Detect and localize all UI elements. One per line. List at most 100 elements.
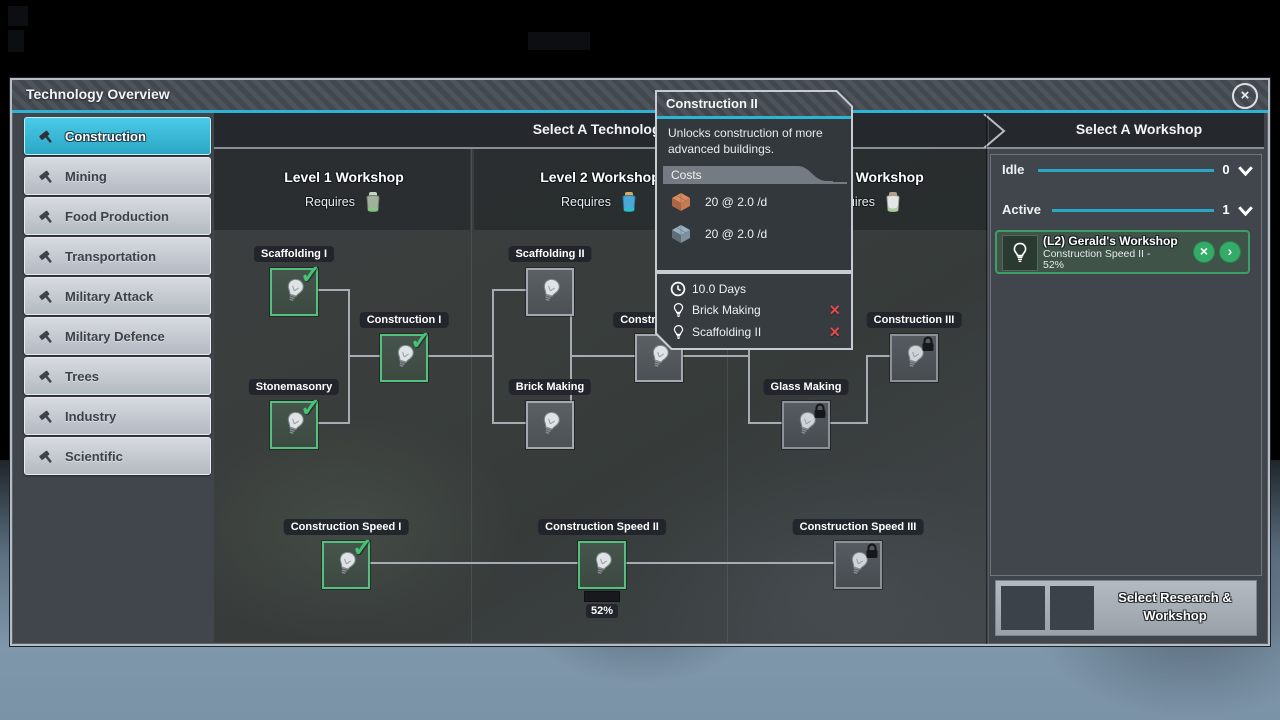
panel-divider bbox=[986, 113, 987, 644]
remove-workshop-button[interactable]: × bbox=[1193, 241, 1215, 263]
tech-node-construction-speed-3[interactable]: Construction Speed III bbox=[792, 519, 924, 589]
node-label: Stonemasonry bbox=[248, 379, 340, 395]
sidebar-item-label: Mining bbox=[65, 168, 107, 184]
tech-node-stonemasonry[interactable]: Stonemasonry ✓ bbox=[248, 379, 340, 449]
confirm-workshop-button[interactable]: › bbox=[1219, 241, 1241, 263]
chevron-down-icon[interactable] bbox=[1238, 166, 1253, 176]
hammer-icon bbox=[39, 330, 52, 343]
workshop-slot[interactable] bbox=[1050, 586, 1094, 630]
close-button[interactable]: × bbox=[1232, 83, 1258, 109]
tooltip-accent-line bbox=[657, 116, 851, 119]
sidebar-item-military-attack[interactable]: Military Attack bbox=[24, 277, 211, 315]
sidebar-item-label: Food Production bbox=[65, 208, 169, 224]
connector-line bbox=[493, 289, 526, 291]
sidebar-item-label: Trees bbox=[65, 368, 99, 384]
check-icon: ✓ bbox=[410, 327, 431, 355]
active-slider[interactable] bbox=[1052, 209, 1214, 212]
lightbulb-icon bbox=[543, 278, 560, 302]
tooltip-description: Unlocks construction of more advanced bu… bbox=[668, 126, 823, 156]
hammer-icon bbox=[39, 410, 52, 423]
lock-icon bbox=[920, 336, 936, 358]
sidebar-item-industry[interactable]: Industry bbox=[24, 397, 211, 435]
sidebar-item-scientific[interactable]: Scientific bbox=[24, 437, 211, 475]
connector-line bbox=[826, 422, 867, 424]
active-value: 1 bbox=[1222, 202, 1230, 217]
remove-prerequisite-button[interactable]: × bbox=[829, 322, 840, 342]
tech-node-brick-making[interactable]: Brick Making bbox=[508, 379, 592, 449]
hammer-icon bbox=[39, 210, 52, 223]
workshop-detail-percent: 52% bbox=[1043, 259, 1065, 271]
cost-text: 20 @ 2.0 /d bbox=[705, 195, 768, 209]
background-widget bbox=[8, 6, 28, 26]
sidebar-item-mining[interactable]: Mining bbox=[24, 157, 211, 195]
window-title: Technology Overview bbox=[26, 86, 170, 102]
column-panel bbox=[214, 149, 470, 230]
sidebar-item-military-defence[interactable]: Military Defence bbox=[24, 317, 211, 355]
clock-icon bbox=[668, 281, 688, 297]
connector-line bbox=[424, 355, 493, 357]
tech-node-construction-1[interactable]: Construction I ✓ bbox=[359, 312, 449, 382]
selection-footer: Select Research & Workshop bbox=[995, 580, 1257, 636]
idle-value: 0 bbox=[1222, 162, 1230, 177]
sidebar-item-label: Scientific bbox=[65, 448, 123, 464]
column-divider bbox=[471, 149, 472, 642]
sidebar-item-food-production[interactable]: Food Production bbox=[24, 197, 211, 235]
research-progress-bar bbox=[584, 591, 620, 602]
chevron-down-icon[interactable] bbox=[1238, 206, 1253, 216]
bricks-icon bbox=[669, 190, 693, 214]
prerequisite-label: Scaffolding II bbox=[692, 325, 762, 339]
cost-row: 20 @ 2.0 /d bbox=[657, 222, 851, 246]
technology-overview-window: Technology Overview × Construction Minin… bbox=[10, 78, 1270, 646]
stone-blocks-icon bbox=[669, 222, 693, 246]
sidebar-item-construction[interactable]: Construction bbox=[24, 117, 211, 155]
research-slot[interactable] bbox=[1001, 586, 1045, 630]
tooltip-requirements-section: 10.0 Days Brick Making × Scaffolding II … bbox=[655, 272, 853, 350]
workshop-panel-header: Select A Workshop bbox=[1075, 121, 1203, 137]
idle-slider[interactable] bbox=[1038, 169, 1214, 172]
node-label: Construction I bbox=[359, 312, 449, 328]
connector-line bbox=[866, 355, 868, 424]
white-jar-icon bbox=[886, 192, 900, 212]
sidebar-item-label: Military Defence bbox=[65, 328, 165, 344]
active-label: Active bbox=[1002, 202, 1042, 217]
connector-line bbox=[679, 355, 749, 357]
tech-node-scaffolding-1[interactable]: Scaffolding I ✓ bbox=[254, 246, 334, 316]
prerequisite-row: Brick Making × bbox=[657, 300, 851, 320]
tooltip-header: Construction II bbox=[657, 92, 851, 116]
hammer-icon bbox=[39, 170, 52, 183]
lock-icon bbox=[812, 403, 828, 425]
node-label: Construction Speed I bbox=[283, 519, 409, 535]
tech-node-glass-making[interactable]: Glass Making bbox=[763, 379, 849, 449]
hammer-icon bbox=[39, 370, 52, 383]
prerequisite-row: Scaffolding II × bbox=[657, 322, 851, 342]
node-label: Glass Making bbox=[763, 379, 849, 395]
connector-line bbox=[492, 289, 494, 424]
tech-node-scaffolding-2[interactable]: Scaffolding II bbox=[508, 246, 592, 316]
sidebar-item-label: Military Attack bbox=[65, 288, 154, 304]
cost-text: 20 @ 2.0 /d bbox=[705, 227, 768, 241]
costs-label: Costs bbox=[671, 168, 702, 182]
column-title: Level 1 Workshop bbox=[284, 169, 404, 185]
sidebar-item-trees[interactable]: Trees bbox=[24, 357, 211, 395]
sidebar-item-transportation[interactable]: Transportation bbox=[24, 237, 211, 275]
tech-node-construction-speed-2[interactable]: Construction Speed II 52% bbox=[538, 519, 666, 618]
hammer-icon bbox=[39, 450, 52, 463]
tech-node-construction-speed-1[interactable]: Construction Speed I ✓ bbox=[283, 519, 409, 589]
lightbulb-icon bbox=[668, 324, 688, 341]
panel-divider bbox=[988, 113, 989, 644]
sidebar-item-label: Transportation bbox=[65, 248, 157, 264]
node-label: Scaffolding I bbox=[254, 246, 334, 262]
lightbulb-icon bbox=[543, 411, 560, 435]
tech-panel-header: Select A Technology bbox=[532, 121, 669, 137]
tooltip-construction-2: Construction II Unlocks construction of … bbox=[655, 90, 853, 272]
remove-prerequisite-button[interactable]: × bbox=[829, 300, 840, 320]
tech-node-construction-3[interactable]: Construction III bbox=[866, 312, 962, 382]
green-jar-icon bbox=[366, 192, 380, 212]
duration-text: 10.0 Days bbox=[692, 282, 747, 296]
idle-label: Idle bbox=[1002, 162, 1025, 177]
chevron-separator-icon bbox=[983, 114, 1006, 148]
lightbulb-icon bbox=[668, 302, 688, 319]
column-requires: Requires bbox=[244, 191, 444, 213]
workshop-card-geralds-workshop[interactable]: (L2) Gerald's Workshop Construction Spee… bbox=[995, 230, 1250, 274]
blue-jar-icon bbox=[622, 192, 636, 212]
